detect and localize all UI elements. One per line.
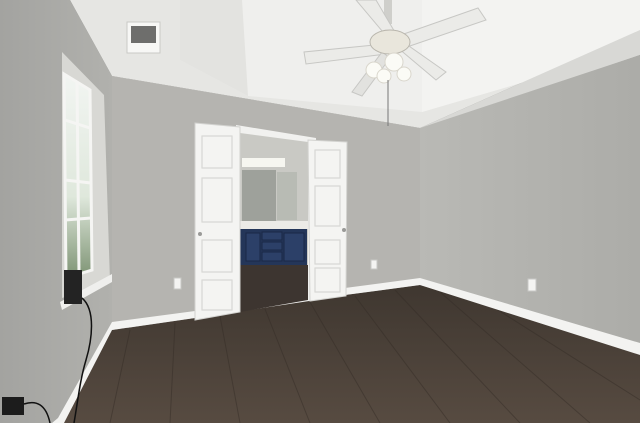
- door-knob: [342, 228, 346, 232]
- room-photo: [0, 0, 640, 423]
- speaker-device: [64, 270, 82, 304]
- doorway: [236, 125, 316, 312]
- room-illustration: [0, 0, 640, 423]
- door-right: [307, 139, 348, 302]
- power-adapter: [2, 397, 24, 415]
- ceiling-vent: [126, 21, 161, 54]
- door-knob: [198, 232, 202, 236]
- wall-outlet: [527, 278, 537, 292]
- vanity-cabinet: [240, 229, 307, 265]
- door-left: [194, 122, 241, 321]
- wall-outlet: [173, 277, 182, 290]
- wall-outlet: [370, 259, 378, 270]
